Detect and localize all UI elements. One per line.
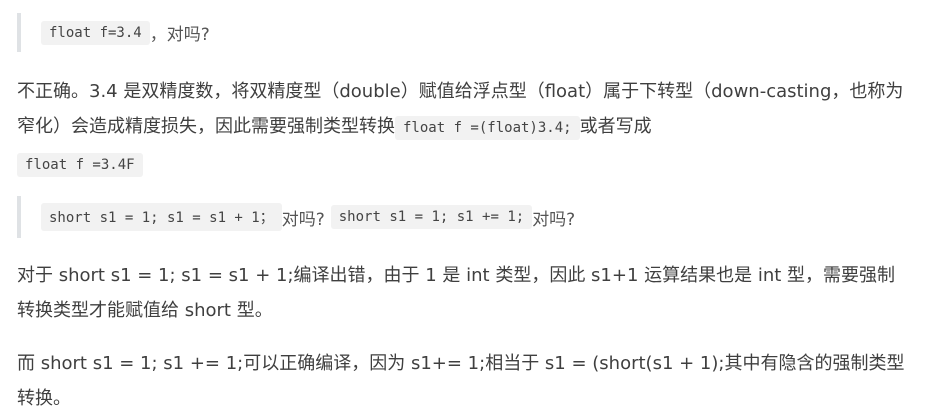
- question-text-2: 对吗?: [532, 209, 576, 230]
- inline-code-float: float f=3.4: [41, 20, 150, 45]
- answer-paragraph-short-compound: 而 short s1 = 1; s1 += 1;可以正确编译，因为 s1+= 1…: [17, 346, 910, 416]
- answer-text-or: 或者写成: [579, 116, 652, 137]
- answer-text-short: 对于 short s1 = 1; s1 = s1 + 1;编译出错，由于 1 是…: [17, 265, 896, 321]
- inline-code-float-suffix: float f =3.4F: [17, 153, 143, 177]
- question-text: ，对吗?: [149, 25, 210, 45]
- inline-code-short-assign: short s1 = 1; s1 = s1 + 1；: [41, 203, 282, 231]
- blockquote-question-short: short s1 = 1; s1 = s1 + 1； 对吗? short s1 …: [17, 196, 921, 238]
- question-text-1: 对吗?: [281, 209, 325, 230]
- inline-code-short-compound: short s1 = 1; s1 += 1;: [330, 205, 533, 229]
- inline-code-cast: float f =(float)3.4;: [395, 116, 580, 140]
- article-page: float f=3.4 ，对吗? 不正确。3.4 是双精度数，将双精度型（dou…: [0, 0, 925, 414]
- answer-paragraph-short-error: 对于 short s1 = 1; s1 = s1 + 1;编译出错，由于 1 是…: [17, 258, 910, 328]
- answer-paragraph-float: 不正确。3.4 是双精度数，将双精度型（double）赋值给浮点型（float）…: [17, 74, 910, 183]
- blockquote-question-float: float f=3.4 ，对吗?: [17, 13, 921, 52]
- answer-text-compound: 而 short s1 = 1; s1 += 1;可以正确编译，因为 s1+= 1…: [17, 353, 905, 409]
